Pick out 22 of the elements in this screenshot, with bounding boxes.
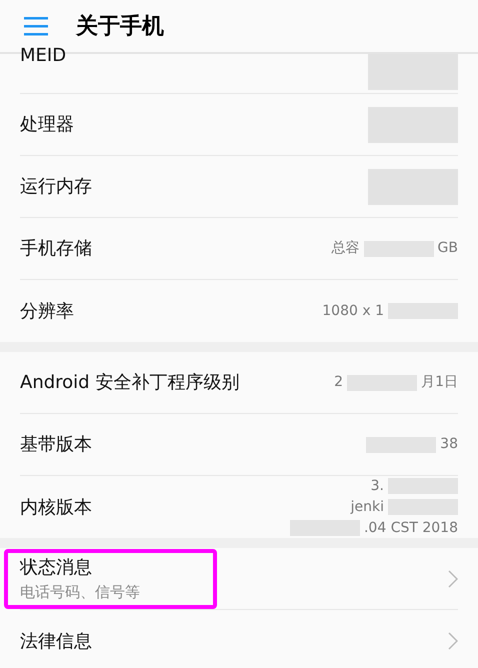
setting-value: 总容 <box>332 239 360 258</box>
setting-value: .04 CST 2018 <box>364 518 458 538</box>
setting-label: 内核版本 <box>20 496 92 520</box>
setting-label: 基带版本 <box>20 433 92 457</box>
setting-value: 月1日 <box>421 373 458 392</box>
setting-label: 法律信息 <box>20 630 92 654</box>
setting-label: 状态消息 <box>20 556 93 580</box>
page-title: 关于手机 <box>76 12 164 40</box>
menu-icon[interactable] <box>24 16 48 36</box>
setting-label: 运行内存 <box>20 175 92 199</box>
setting-label: Android 安全补丁程序级别 <box>20 371 240 395</box>
setting-value: 3. <box>370 476 384 496</box>
setting-label: 处理器 <box>20 113 74 137</box>
setting-label: MEID <box>20 44 66 68</box>
setting-subtitle: 电话号码、信号等 <box>20 582 141 603</box>
setting-value: 2 <box>334 373 344 392</box>
setting-label: 手机存储 <box>20 237 92 261</box>
setting-value: 1080 x 1 <box>322 302 384 320</box>
setting-value: jenki <box>350 498 384 516</box>
setting-label: 分辨率 <box>20 300 74 324</box>
setting-value: GB <box>438 239 458 258</box>
setting-value: 38 <box>440 435 458 454</box>
